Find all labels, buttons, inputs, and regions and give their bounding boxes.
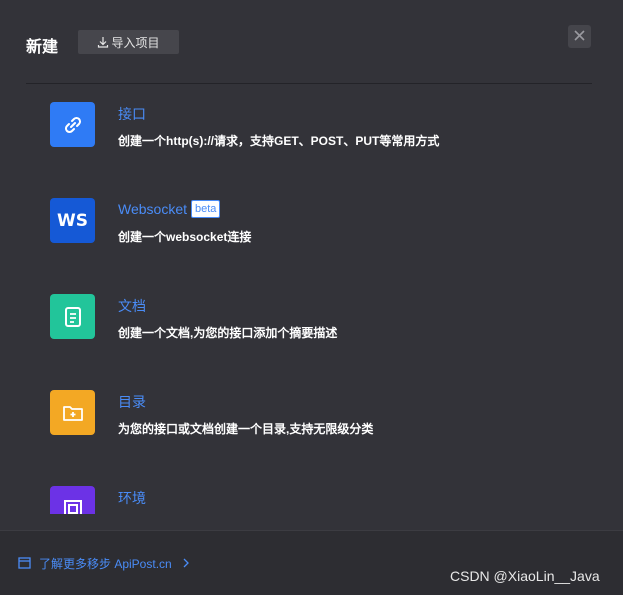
link-icon — [50, 102, 95, 147]
item-interface[interactable]: 接口 创建一个http(s)://请求，支持GET、POST、PUT等常用方式 — [50, 102, 590, 162]
import-project-label: 导入项目 — [111, 35, 160, 50]
folder-plus-icon — [50, 390, 95, 435]
item-document-name: 文档 — [118, 298, 146, 314]
close-button[interactable] — [568, 25, 591, 48]
item-directory[interactable]: 目录 为您的接口或文档创建一个目录,支持无限级分类 — [50, 390, 590, 450]
dialog-header: 新建 导入项目 — [0, 0, 623, 84]
item-type-list: 接口 创建一个http(s)://请求，支持GET、POST、PUT等常用方式 … — [0, 84, 623, 514]
item-websocket[interactable]: WS Websocket beta 创建一个websocket连接 — [50, 198, 590, 258]
item-interface-title: 接口 — [118, 104, 146, 124]
item-directory-title: 目录 — [118, 392, 146, 412]
item-document[interactable]: 文档 创建一个文档,为您的接口添加个摘要描述 — [50, 294, 590, 354]
item-directory-desc: 为您的接口或文档创建一个目录,支持无限级分类 — [118, 422, 374, 436]
item-interface-name: 接口 — [118, 106, 146, 122]
dialog-title: 新建 — [26, 39, 59, 56]
environment-icon — [50, 486, 95, 514]
learn-more-link[interactable]: 了解更多移步 ApiPost.cn — [18, 555, 190, 572]
item-websocket-desc: 创建一个websocket连接 — [118, 230, 252, 244]
item-environment-title: 环境 — [118, 488, 146, 508]
chevron-right-icon — [182, 557, 190, 571]
import-project-button[interactable]: 导入项目 — [78, 30, 179, 54]
new-item-dialog: 新建 导入项目 接口 创建一个http(s)://请求，支持GET、POST、P… — [0, 0, 623, 595]
websocket-icon-text: WS — [57, 210, 88, 231]
learn-more-label: 了解更多移步 ApiPost.cn — [39, 557, 172, 571]
watermark-text: CSDN @XiaoLin__Java — [450, 568, 600, 584]
dialog-footer: 了解更多移步 ApiPost.cn — [0, 530, 623, 595]
item-websocket-title: Websocket beta — [118, 200, 221, 218]
item-environment-name: 环境 — [118, 490, 146, 506]
item-directory-name: 目录 — [118, 394, 146, 410]
close-icon — [574, 28, 585, 46]
calendar-icon — [18, 556, 31, 572]
item-interface-desc: 创建一个http(s)://请求，支持GET、POST、PUT等常用方式 — [118, 134, 440, 148]
item-websocket-name: Websocket — [118, 201, 187, 217]
document-icon — [50, 294, 95, 339]
item-document-desc: 创建一个文档,为您的接口添加个摘要描述 — [118, 326, 338, 340]
item-environment[interactable]: 环境 — [50, 486, 590, 514]
download-icon — [97, 36, 109, 48]
websocket-icon: WS — [50, 198, 95, 243]
item-document-title: 文档 — [118, 296, 146, 316]
beta-badge: beta — [191, 200, 221, 218]
